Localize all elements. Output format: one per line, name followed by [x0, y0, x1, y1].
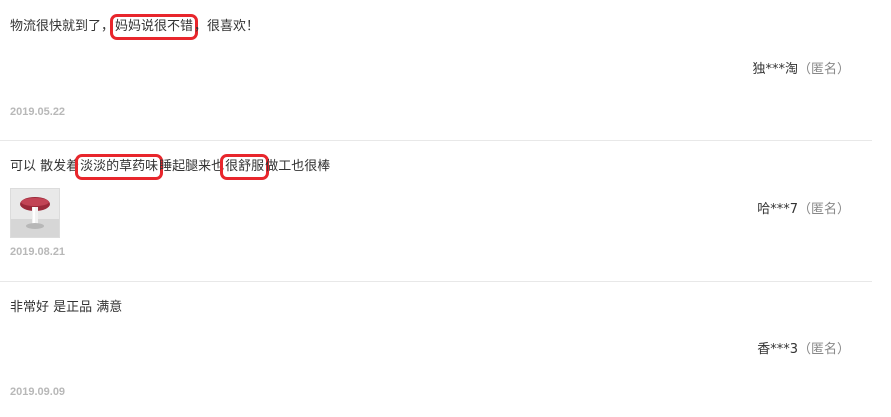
review-content: 非常好 是正品 满意	[10, 299, 122, 317]
reviewer-username: 哈***7	[757, 202, 798, 217]
reviewer-username: 香***3	[757, 342, 798, 357]
review-text: 睡起腿来也	[159, 159, 225, 174]
reviewer-name: 哈***7（匿名）	[757, 201, 850, 219]
review-item: 非常好 是正品 满意 香***3（匿名） 2019.09.09	[0, 282, 872, 417]
review-date: 2019.08.21	[10, 246, 66, 258]
highlighted-phrase: 妈妈说很不错	[110, 14, 199, 40]
anonymous-tag: （匿名）	[797, 202, 850, 217]
review-text: 做工也很棒	[265, 159, 331, 174]
review-list: 物流很快就到了，妈妈说很不错，很喜欢！ 独***淘（匿名） 2019.05.22…	[0, 0, 872, 417]
review-date: 2019.05.22	[10, 106, 66, 118]
review-content: 可以 散发着淡淡的草药味睡起腿来也很舒服做工也很棒	[10, 154, 331, 180]
review-text: ，很喜欢！	[194, 19, 260, 34]
reviewer-name: 香***3（匿名）	[757, 341, 850, 359]
anonymous-tag: （匿名）	[797, 62, 850, 77]
review-text: 非常好 是正品 满意	[10, 300, 123, 315]
review-content: 物流很快就到了，妈妈说很不错，很喜欢！	[10, 14, 260, 40]
review-item: 可以 散发着淡淡的草药味睡起腿来也很舒服做工也很棒 哈***7（匿名） 2019…	[0, 141, 872, 282]
page-right-gutter	[872, 0, 891, 417]
review-date: 2019.09.09	[10, 386, 66, 398]
review-text: 可以 散发着	[10, 159, 80, 174]
review-item: 物流很快就到了，妈妈说很不错，很喜欢！ 独***淘（匿名） 2019.05.22	[0, 0, 872, 141]
highlighted-phrase: 淡淡的草药味	[75, 154, 164, 180]
reviewer-username: 独***淘	[752, 62, 798, 77]
anonymous-tag: （匿名）	[797, 342, 850, 357]
review-text: 物流很快就到了，	[10, 19, 115, 34]
product-photo-image	[11, 189, 59, 237]
review-photo-thumbnail[interactable]	[10, 188, 60, 238]
reviewer-name: 独***淘（匿名）	[752, 61, 850, 79]
highlighted-phrase: 很舒服	[220, 154, 270, 180]
